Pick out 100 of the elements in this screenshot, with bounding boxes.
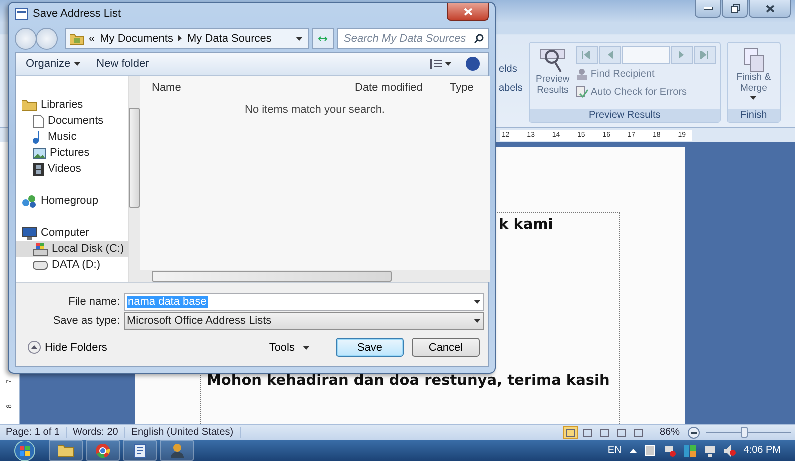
field-label: Save as type: bbox=[52, 315, 120, 327]
nav-item[interactable]: Pictures bbox=[16, 145, 128, 161]
monitor-icon bbox=[22, 226, 37, 240]
film-icon bbox=[33, 162, 44, 176]
picture-icon bbox=[33, 148, 46, 158]
speaker-muted-icon[interactable] bbox=[724, 444, 736, 456]
windows-orb-icon bbox=[14, 440, 36, 460]
list-view-icon bbox=[430, 59, 442, 69]
forward-button[interactable] bbox=[36, 28, 58, 50]
caret-icon bbox=[750, 96, 758, 100]
magnifier-icon bbox=[540, 48, 566, 74]
drive-icon bbox=[33, 260, 48, 270]
address-bar[interactable]: « My Documents My Data Sources bbox=[65, 28, 309, 49]
column-header[interactable]: Name bbox=[152, 82, 355, 94]
show-hidden-icon[interactable] bbox=[630, 448, 637, 452]
minimize-icon bbox=[704, 7, 712, 10]
record-field[interactable] bbox=[622, 46, 670, 64]
search-field[interactable]: Search My Data Sources bbox=[337, 28, 489, 49]
group-label: Finish bbox=[728, 109, 780, 122]
search-icon bbox=[474, 34, 484, 44]
toolbar-button[interactable]: New folder bbox=[94, 56, 152, 72]
folder-icon bbox=[58, 444, 74, 457]
taskbar-app[interactable] bbox=[123, 440, 157, 461]
folder-icon bbox=[70, 32, 84, 44]
input-language[interactable]: EN bbox=[608, 445, 622, 456]
nav-item[interactable]: Homegroup bbox=[16, 193, 128, 209]
taskbar-app[interactable] bbox=[160, 440, 194, 461]
refresh-button[interactable] bbox=[312, 28, 334, 49]
dialog-button[interactable]: Cancel bbox=[412, 338, 480, 357]
close-button[interactable] bbox=[749, 0, 791, 18]
ribbon-label[interactable]: abels bbox=[499, 83, 523, 94]
scrollbar[interactable] bbox=[128, 76, 140, 282]
breadcrumb-item[interactable]: My Data Sources bbox=[187, 32, 272, 44]
nav-item[interactable]: Music bbox=[16, 129, 128, 145]
network-icon[interactable] bbox=[704, 444, 716, 456]
nav-item[interactable]: Computer bbox=[16, 225, 128, 241]
document-text: Mohon kehadiran dan doa restunya, terima kasih bbox=[206, 373, 611, 389]
caret-icon bbox=[296, 36, 303, 40]
language[interactable]: English (United States) bbox=[125, 427, 241, 438]
document-icon bbox=[134, 444, 146, 458]
colored-tiles-icon[interactable] bbox=[684, 444, 696, 456]
tools-button[interactable]: Tools bbox=[269, 342, 310, 354]
word-count[interactable]: Words: 20 bbox=[66, 427, 126, 438]
field-label: File name: bbox=[68, 296, 120, 308]
people-icon bbox=[22, 194, 37, 208]
chevron-icon bbox=[178, 35, 182, 42]
last-icon bbox=[700, 51, 710, 59]
taskbar-app[interactable] bbox=[86, 440, 120, 461]
ribbon-label[interactable]: elds bbox=[499, 64, 523, 75]
view-menu-button[interactable] bbox=[428, 57, 454, 71]
column-header[interactable]: Type bbox=[450, 82, 490, 94]
nav-item[interactable]: DATA (D:) bbox=[16, 257, 128, 273]
documents-icon bbox=[742, 48, 765, 72]
browser-icon bbox=[96, 444, 110, 458]
dialog-app-icon bbox=[15, 8, 28, 20]
empty-message: No items match your search. bbox=[245, 104, 385, 116]
group-label: Preview Results bbox=[530, 109, 720, 122]
first-icon bbox=[582, 51, 592, 59]
restore-icon bbox=[730, 4, 740, 13]
clock[interactable]: 4:06 PM bbox=[744, 445, 781, 456]
save-type-dropdown[interactable]: Microsoft Office Address Lists bbox=[124, 312, 484, 330]
previous-icon bbox=[606, 51, 613, 59]
close-button[interactable] bbox=[447, 3, 489, 21]
caret-icon bbox=[303, 346, 310, 350]
column-header[interactable]: Date modified bbox=[355, 82, 450, 94]
person-icon bbox=[576, 68, 588, 80]
finish-merge-button[interactable]: Finish & Merge bbox=[732, 46, 776, 106]
breadcrumb-item[interactable]: My Documents bbox=[100, 32, 174, 44]
page-count[interactable]: Page: 1 of 1 bbox=[0, 427, 67, 438]
close-icon bbox=[766, 4, 774, 12]
minus-icon bbox=[691, 432, 697, 434]
caret-icon bbox=[474, 319, 481, 323]
minimize-button[interactable] bbox=[695, 0, 721, 18]
device-icon[interactable] bbox=[644, 444, 656, 456]
toolbar-button[interactable]: Organize bbox=[24, 56, 83, 72]
slider-thumb[interactable] bbox=[741, 427, 748, 438]
nav-item[interactable]: Libraries bbox=[16, 97, 128, 113]
document-icon bbox=[33, 114, 44, 128]
zoom-level[interactable]: 86% bbox=[654, 427, 686, 438]
collapse-icon bbox=[28, 341, 41, 354]
breadcrumb-overflow[interactable]: « bbox=[89, 32, 96, 44]
document-text: k kami bbox=[498, 217, 554, 233]
zoom-out-button[interactable] bbox=[688, 426, 700, 438]
back-button[interactable] bbox=[15, 28, 37, 50]
preview-results-button[interactable]: Preview Results bbox=[534, 46, 572, 106]
check-page-icon bbox=[576, 86, 588, 98]
taskbar-app[interactable] bbox=[49, 440, 83, 461]
person-icon bbox=[170, 444, 184, 458]
nav-item[interactable]: Videos bbox=[16, 161, 128, 177]
dialog-button[interactable]: Save bbox=[336, 338, 404, 357]
nav-item[interactable]: Local Disk (C:) bbox=[16, 241, 128, 257]
caret-icon bbox=[445, 62, 452, 66]
disk-drive-icon bbox=[33, 242, 48, 256]
close-icon bbox=[464, 8, 472, 16]
nav-item[interactable]: Documents bbox=[16, 113, 128, 129]
folder-icon bbox=[22, 99, 37, 111]
hide-folders-button[interactable]: Hide Folders bbox=[28, 341, 108, 354]
view-button[interactable] bbox=[562, 426, 578, 439]
restore-button[interactable] bbox=[722, 0, 748, 18]
scrollbar[interactable] bbox=[140, 270, 490, 282]
